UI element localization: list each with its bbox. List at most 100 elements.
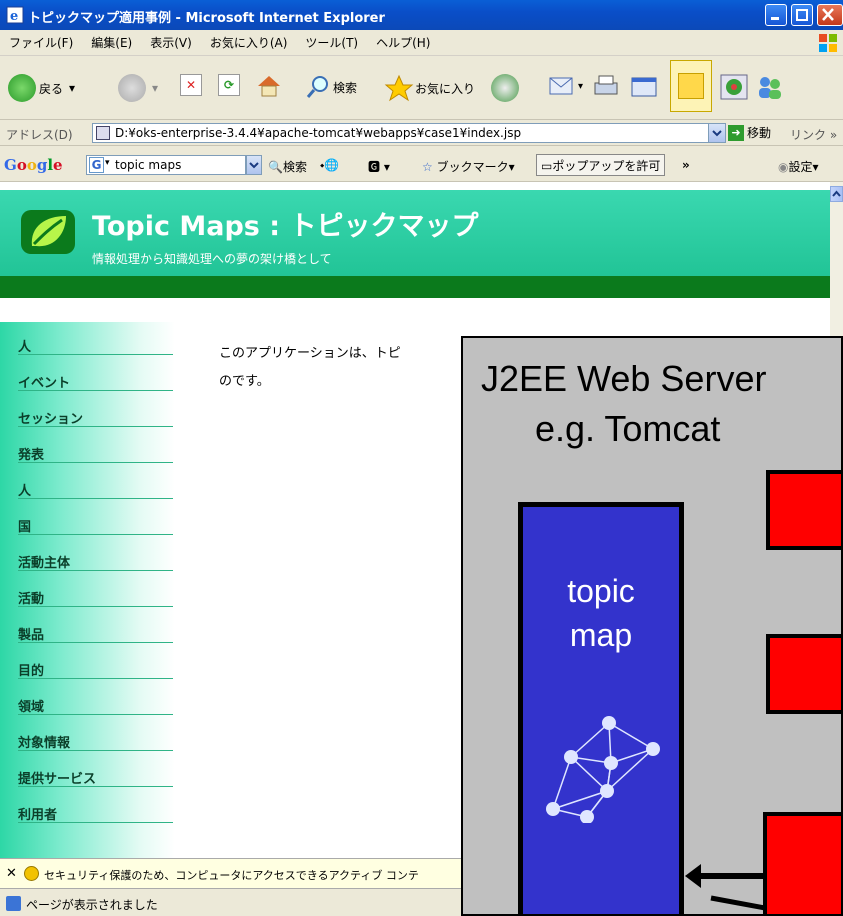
nav-item-target-info[interactable]: 対象情報 xyxy=(18,732,70,751)
nav-item-person[interactable]: 人 xyxy=(18,336,31,355)
nav-item-purpose[interactable]: 目的 xyxy=(18,660,44,679)
menu-edit[interactable]: 編集(E) xyxy=(82,34,141,51)
contacts-button[interactable] xyxy=(755,74,785,100)
nav-item-domain[interactable]: 領域 xyxy=(18,696,44,715)
intro-text: このアプリケーションは、トピ のです。 xyxy=(219,340,401,396)
nav-item-actor[interactable]: 活動主体 xyxy=(18,552,70,571)
links-button[interactable]: リンク » xyxy=(790,126,837,143)
google-logo[interactable]: Google xyxy=(4,156,63,174)
nav-item-activity[interactable]: 活動 xyxy=(18,588,44,607)
search-label: 検索 xyxy=(333,80,358,95)
chevron-down-icon xyxy=(249,162,259,169)
google-news-icon[interactable]: ⬩🌐 xyxy=(320,158,339,173)
print-button[interactable] xyxy=(592,74,620,100)
menu-tools[interactable]: ツール(T) xyxy=(296,34,367,51)
google-search-input[interactable] xyxy=(115,157,243,173)
divider xyxy=(18,786,173,787)
google-more-button[interactable]: » xyxy=(682,158,690,172)
google-search-field[interactable]: G ▾ xyxy=(86,155,246,175)
close-icon xyxy=(822,8,834,21)
mail-button[interactable]: ▾ xyxy=(548,74,583,98)
maximize-icon xyxy=(796,9,808,21)
minimize-button[interactable] xyxy=(765,4,787,26)
popup-icon: ▭ xyxy=(541,159,553,173)
bookmarks-label: ブックマーク▾ xyxy=(436,160,515,174)
back-button[interactable]: 戻る ▾ xyxy=(8,74,75,102)
forward-button[interactable]: ▾ xyxy=(118,74,158,102)
print-icon xyxy=(594,75,618,95)
maximize-button[interactable] xyxy=(791,4,813,26)
nav-item-presentation[interactable]: 発表 xyxy=(18,444,44,463)
popup-allow-button[interactable]: ▭ポップアップを許可 xyxy=(536,154,666,176)
title-bar: e トピックマップ適用事例 - Microsoft Internet Explo… xyxy=(0,0,843,30)
page-title: Topic Maps : トピックマップ xyxy=(92,211,479,242)
nav-item-person-2[interactable]: 人 xyxy=(18,480,31,499)
popup-label: ポップアップを許可 xyxy=(552,159,661,173)
nav-item-user[interactable]: 利用者 xyxy=(18,804,57,823)
bookmarks-button[interactable]: ☆ ブックマーク▾ xyxy=(422,158,515,175)
nav-item-service[interactable]: 提供サービス xyxy=(18,768,96,787)
menu-view[interactable]: 表示(V) xyxy=(141,34,201,51)
google-search-dropdown[interactable] xyxy=(246,155,262,175)
favorites-button[interactable]: お気に入り xyxy=(384,74,475,102)
search-button[interactable]: 検索 xyxy=(305,74,357,100)
intro-line-2: のです。 xyxy=(219,374,270,389)
history-button[interactable] xyxy=(491,74,519,102)
component-box-2 xyxy=(766,634,841,714)
edit-button[interactable] xyxy=(630,74,658,100)
address-bar: アドレス(D) D:¥oks-enterprise-3.4.4¥apache-t… xyxy=(0,120,843,146)
status-bar: ページが表示されました xyxy=(0,888,461,916)
address-url: D:¥oks-enterprise-3.4.4¥apache-tomcat¥we… xyxy=(115,126,522,140)
leaf-logo-icon xyxy=(21,210,75,254)
history-icon xyxy=(491,74,519,102)
go-button[interactable]: ➜ 移動 xyxy=(728,124,771,141)
header-band xyxy=(0,276,830,298)
menu-favorites[interactable]: お気に入り(A) xyxy=(201,34,297,51)
window-title: トピックマップ適用事例 - Microsoft Internet Explore… xyxy=(28,11,385,26)
stop-button[interactable]: ✕ xyxy=(180,74,202,96)
forward-arrow-icon xyxy=(118,74,146,102)
refresh-icon: ⟳ xyxy=(218,74,240,96)
ie-icon: e xyxy=(6,6,24,24)
google-toolbar: Google G ▾ 🔍検索 ⬩🌐 🅶 ▾ ☆ ブックマーク▾ ▭ポップアップを… xyxy=(0,146,843,182)
home-button[interactable] xyxy=(256,74,282,98)
messenger-button[interactable] xyxy=(720,74,748,100)
nav-item-session[interactable]: セッション xyxy=(18,408,83,427)
intro-line-1: このアプリケーションは、トピ xyxy=(219,346,401,361)
nav-item-country[interactable]: 国 xyxy=(18,516,31,535)
security-info-bar[interactable]: ✕ セキュリティ保護のため、コンピュータにアクセスできるアクティブ コンテ xyxy=(0,858,461,888)
refresh-button[interactable]: ⟳ xyxy=(218,74,240,96)
settings-circle-icon: ◉ xyxy=(778,160,789,174)
sidebar-nav: 人 イベント セッション 発表 人 国 活動主体 活動 製品 目的 領域 対象情… xyxy=(0,322,175,858)
divider xyxy=(18,714,173,715)
divider xyxy=(18,426,173,427)
close-icon[interactable]: ✕ xyxy=(6,866,17,881)
divider xyxy=(18,462,173,463)
nav-item-product[interactable]: 製品 xyxy=(18,624,44,643)
topic-map-box: topic map xyxy=(518,502,684,914)
go-arrow-icon: ➜ xyxy=(728,124,744,141)
google-settings-button[interactable]: ◉設定▾ xyxy=(778,158,819,175)
slide-title-line-1: J2EE Web Server xyxy=(481,358,767,399)
go-label: 移動 xyxy=(747,126,772,140)
standard-toolbar: 戻る ▾ ▾ ✕ ⟳ 検索 お気に入り ▾ xyxy=(0,56,843,120)
close-window-button[interactable] xyxy=(817,4,843,26)
component-box-1 xyxy=(766,470,841,550)
google-pagerank-icon[interactable]: 🅶 ▾ xyxy=(368,158,390,175)
address-dropdown-button[interactable] xyxy=(708,123,726,143)
favorites-star-icon xyxy=(384,74,414,102)
shield-icon xyxy=(24,866,39,881)
address-input[interactable]: D:¥oks-enterprise-3.4.4¥apache-tomcat¥we… xyxy=(92,123,709,143)
notes-button[interactable] xyxy=(670,60,712,112)
scroll-up-button[interactable] xyxy=(830,186,843,202)
nav-item-event[interactable]: イベント xyxy=(18,372,70,391)
divider xyxy=(18,354,173,355)
menu-help[interactable]: ヘルプ(H) xyxy=(367,34,439,51)
menu-file[interactable]: ファイル(F) xyxy=(0,34,82,51)
edit-icon xyxy=(631,77,657,97)
google-g-icon[interactable]: G xyxy=(89,157,104,173)
home-icon xyxy=(258,76,280,97)
chevron-up-icon xyxy=(832,190,841,197)
google-search-button[interactable]: 🔍検索 xyxy=(268,158,307,175)
flower-icon xyxy=(720,74,748,100)
